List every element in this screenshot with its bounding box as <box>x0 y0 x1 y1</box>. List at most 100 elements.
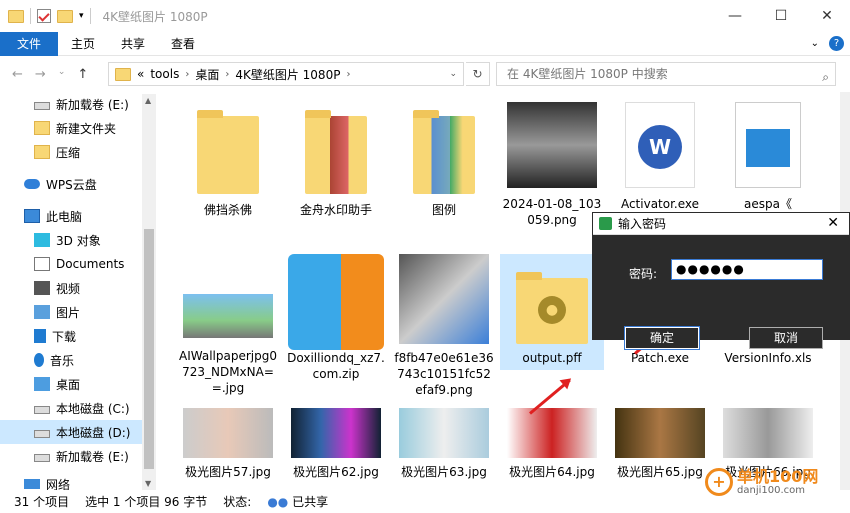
chevron-right-icon[interactable]: › <box>225 69 229 80</box>
file-item[interactable]: 极光图片64.jpg <box>500 408 604 480</box>
scroll-up-icon[interactable]: ▲ <box>145 96 151 105</box>
password-dialog: 输入密码 ✕ 密码: ●●●●●● 确定 取消 <box>592 212 850 350</box>
file-item[interactable]: 金舟水印助手 <box>284 102 388 218</box>
sidebar-item-3d[interactable]: 3D 对象 <box>0 228 156 252</box>
scrollbar-thumb[interactable] <box>144 229 154 469</box>
file-item[interactable]: 2024-01-08_103059.png <box>500 102 604 228</box>
file-item[interactable]: W Activator.exe <box>608 102 712 212</box>
sidebar-item-desktop[interactable]: 桌面 <box>0 372 156 396</box>
tab-share[interactable]: 共享 <box>108 32 158 56</box>
sidebar-item-this-pc[interactable]: 此电脑 <box>0 204 156 228</box>
refresh-icon: ↻ <box>472 67 483 81</box>
ok-button[interactable]: 确定 <box>624 326 700 350</box>
wps-app-icon: W <box>625 102 695 188</box>
drive-icon <box>34 102 50 110</box>
sidebar-item-label: 此电脑 <box>46 209 83 224</box>
sidebar-item-label: 本地磁盘 (C:) <box>56 401 130 416</box>
navigation-pane: 新加载卷 (E:) 新建文件夹 压缩 WPS云盘 此电脑 3D 对象 Docum… <box>0 92 156 490</box>
drive-icon <box>34 454 50 462</box>
breadcrumb-current[interactable]: 4K壁纸图片 1080P <box>235 66 340 83</box>
sidebar-item-e-drive-2[interactable]: 新加载卷 (E:) <box>0 444 156 468</box>
sidebar-item-e-drive[interactable]: 新加载卷 (E:) <box>0 92 156 116</box>
file-item[interactable]: f8fb47e0e61e36743c10151fc52efaf9.png <box>392 254 496 398</box>
sidebar-item-label: 新加载卷 (E:) <box>56 97 129 112</box>
sidebar-item-label: 压缩 <box>56 145 81 160</box>
file-item[interactable]: 图例 <box>392 102 496 218</box>
sidebar-item-music[interactable]: 音乐 <box>0 348 156 372</box>
file-name: Patch.exe <box>630 351 690 365</box>
file-item[interactable]: 极光图片63.jpg <box>392 408 496 480</box>
drive-icon <box>34 430 50 438</box>
password-field[interactable]: ●●●●●● <box>671 259 823 280</box>
sidebar-item-network[interactable]: 网络 <box>0 472 156 490</box>
file-item[interactable]: aespa《 <box>716 102 820 212</box>
up-arrow-icon[interactable]: ↑ <box>77 67 88 82</box>
sidebar-item-videos[interactable]: 视频 <box>0 276 156 300</box>
installer-icon <box>399 254 489 344</box>
tab-file[interactable]: 文件 <box>0 31 58 56</box>
search-input[interactable]: 在 4K壁纸图片 1080P 中搜索 ⌕ <box>496 62 836 86</box>
sidebar-item-d-drive[interactable]: 本地磁盘 (D:) <box>0 420 156 444</box>
file-item[interactable]: 极光图片65.jpg <box>608 408 712 480</box>
users-icon: ●● <box>267 495 289 509</box>
logo-icon: + <box>705 468 733 496</box>
folder-icon <box>305 110 367 194</box>
file-item[interactable]: 佛挡杀佛 <box>176 102 280 218</box>
window-title: 4K壁纸图片 1080P <box>102 9 208 24</box>
refresh-button[interactable]: ↻ <box>466 62 490 86</box>
sidebar-item-new-folder[interactable]: 新建文件夹 <box>0 116 156 140</box>
search-icon: ⌕ <box>822 70 829 84</box>
chevron-right-icon[interactable]: › <box>185 69 189 80</box>
tab-home[interactable]: 主页 <box>58 32 108 56</box>
sidebar-item-wps-cloud[interactable]: WPS云盘 <box>0 172 156 196</box>
folder-icon <box>34 145 50 159</box>
help-icon[interactable]: ? <box>829 36 844 51</box>
sidebar-item-downloads[interactable]: 下载 <box>0 324 156 348</box>
minimize-button[interactable]: — <box>712 0 758 32</box>
cube-icon <box>34 233 50 247</box>
chevron-down-icon[interactable]: ▾ <box>79 11 84 21</box>
file-name: 图例 <box>431 203 456 217</box>
file-item[interactable]: 极光图片62.jpg <box>284 408 388 480</box>
properties-icon[interactable] <box>37 9 51 23</box>
file-name: 极光图片63.jpg <box>401 465 487 479</box>
watermark-text: 单机100网 <box>737 466 819 486</box>
file-name: Activator.exe <box>620 197 700 211</box>
address-bar[interactable]: « tools › 桌面 › 4K壁纸图片 1080P › ⌄ <box>108 62 464 86</box>
address-dropdown-icon[interactable]: ⌄ <box>449 69 457 79</box>
document-icon <box>34 257 50 271</box>
cancel-button[interactable]: 取消 <box>749 327 823 349</box>
close-icon[interactable]: ✕ <box>827 215 839 231</box>
expand-ribbon-icon[interactable]: ⌄ <box>811 38 819 49</box>
tab-view[interactable]: 查看 <box>158 32 208 56</box>
back-arrow-icon[interactable]: ← <box>12 67 23 82</box>
close-button[interactable]: ✕ <box>804 0 850 32</box>
folder-icon <box>197 110 259 194</box>
file-item[interactable]: Doxilliondq_xz7.com.zip <box>284 254 388 382</box>
new-folder-icon[interactable] <box>57 9 73 23</box>
maximize-button[interactable]: ☐ <box>758 0 804 32</box>
sidebar-item-compress[interactable]: 压缩 <box>0 140 156 164</box>
breadcrumb-overflow[interactable]: « <box>137 67 144 81</box>
file-name: Doxilliondq_xz7.com.zip <box>287 351 385 381</box>
image-thumbnail <box>615 408 705 458</box>
forward-arrow-icon[interactable]: → <box>35 67 46 82</box>
sidebar-scrollbar[interactable]: ▲ ▼ <box>142 94 156 490</box>
sidebar-item-pictures[interactable]: 图片 <box>0 300 156 324</box>
file-item[interactable]: AIWallpaperjpg0723_NDMxNA==.jpg <box>176 254 280 396</box>
network-icon <box>24 479 40 489</box>
file-item[interactable]: 极光图片57.jpg <box>176 408 280 480</box>
sidebar-item-label: 新加载卷 (E:) <box>56 449 129 464</box>
sidebar-item-documents[interactable]: Documents <box>0 252 156 276</box>
chevron-right-icon[interactable]: › <box>346 69 350 80</box>
breadcrumb-tools[interactable]: tools <box>150 67 179 81</box>
item-count: 31 个项目 <box>14 495 70 509</box>
recent-chevron-icon[interactable]: ⌄ <box>58 67 66 82</box>
folder-icon <box>115 67 131 81</box>
file-name: 极光图片62.jpg <box>293 465 379 479</box>
nav-buttons: ← → ⌄ ↑ <box>0 67 110 82</box>
scroll-down-icon[interactable]: ▼ <box>145 479 151 488</box>
file-item-selected[interactable]: ● output.pff <box>500 254 604 370</box>
sidebar-item-c-drive[interactable]: 本地磁盘 (C:) <box>0 396 156 420</box>
breadcrumb-desktop[interactable]: 桌面 <box>195 66 219 83</box>
